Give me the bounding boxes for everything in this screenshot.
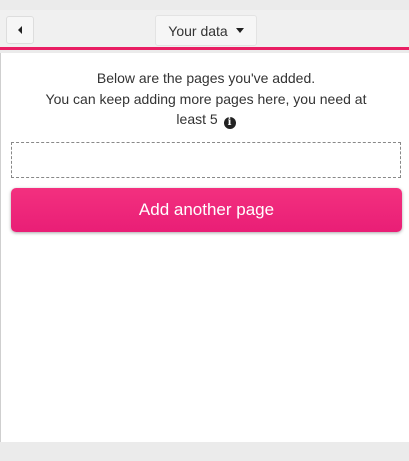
app-window: Your data Below are the pages you've add…: [0, 0, 409, 461]
caret-left-icon: [18, 26, 22, 34]
dropdown-label: Your data: [168, 22, 228, 39]
intro-line-2-text: You can keep adding more pages here, you…: [45, 90, 367, 128]
add-another-page-button[interactable]: Add another page: [11, 188, 402, 232]
intro-line-2: You can keep adding more pages here, you…: [31, 89, 381, 130]
intro-line-1: Below are the pages you've added.: [96, 70, 316, 86]
info-icon[interactable]: i: [223, 117, 236, 129]
caret-down-icon: [235, 28, 244, 33]
main-panel: Below are the pages you've added. You ca…: [0, 53, 409, 442]
your-data-dropdown[interactable]: Your data: [155, 15, 257, 46]
pages-list-dropzone: [11, 142, 401, 178]
intro-text: Below are the pages you've added. You ca…: [31, 68, 381, 130]
back-button[interactable]: [6, 16, 34, 44]
top-toolbar: Your data: [0, 10, 409, 50]
